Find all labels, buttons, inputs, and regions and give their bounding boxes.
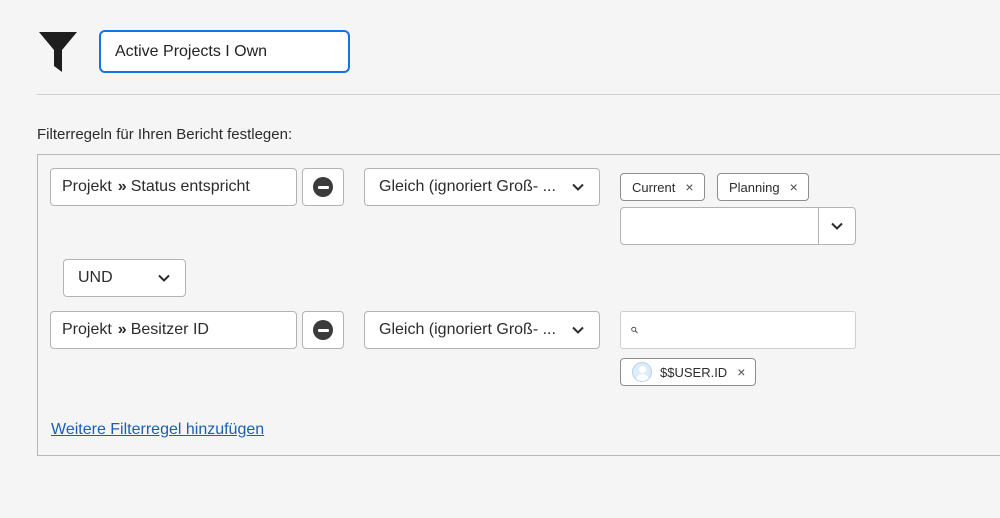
rule1-field-object: Projekt (62, 178, 112, 195)
rule2-operator-value: Gleich (ignoriert Groß- ... (379, 321, 556, 338)
rule2-field-name: Besitzer ID (130, 321, 209, 338)
search-icon (631, 326, 638, 334)
rule2-search-input[interactable] (646, 321, 845, 339)
rule2-operator-select[interactable]: Gleich (ignoriert Groß- ... (364, 311, 600, 349)
user-avatar-icon (632, 362, 652, 382)
field-separator: » (117, 321, 127, 338)
rule2-field-selector[interactable]: Projekt » Besitzer ID (50, 311, 297, 349)
rule1-value-combo-button[interactable] (818, 207, 856, 245)
rule2-user-search[interactable] (620, 311, 856, 349)
chevron-down-icon (572, 183, 584, 191)
conjunction-select[interactable]: UND (63, 259, 186, 297)
remove-tag-icon[interactable]: × (685, 179, 693, 195)
tag-label: $$USER.ID (660, 364, 728, 380)
field-separator: » (117, 178, 127, 195)
filter-rules-label: Filterregeln für Ihren Bericht festlegen… (37, 126, 293, 143)
rule1-value-tag-current: Current × (620, 173, 705, 201)
minus-circle-icon (313, 320, 333, 340)
add-filter-rule-link[interactable]: Weitere Filterregel hinzufügen (51, 421, 264, 439)
tag-label: Planning (729, 179, 780, 195)
rule1-value-combo-input[interactable] (620, 207, 820, 245)
rule1-field-selector[interactable]: Projekt » Status entspricht (50, 168, 297, 206)
remove-tag-icon[interactable]: × (790, 179, 798, 195)
rule2-value-tag-user: $$USER.ID × (620, 358, 757, 386)
conjunction-value: UND (78, 269, 113, 286)
chevron-down-icon (831, 222, 843, 230)
tag-label: Current (632, 179, 676, 195)
report-name-input[interactable] (99, 30, 350, 73)
chevron-down-icon (158, 274, 170, 282)
rule1-value-tag-planning: Planning × (717, 173, 809, 201)
rule1-operator-select[interactable]: Gleich (ignoriert Groß- ... (364, 168, 600, 206)
chevron-down-icon (572, 326, 584, 334)
rule2-field-object: Projekt (62, 321, 112, 338)
rule2-remove-button[interactable] (302, 311, 344, 349)
remove-tag-icon[interactable]: × (737, 364, 745, 380)
divider (37, 94, 1000, 95)
filter-icon (38, 30, 78, 74)
minus-circle-icon (313, 177, 333, 197)
rule1-remove-button[interactable] (302, 168, 344, 206)
rule1-operator-value: Gleich (ignoriert Groß- ... (379, 178, 556, 195)
rule1-field-name: Status entspricht (130, 178, 250, 195)
